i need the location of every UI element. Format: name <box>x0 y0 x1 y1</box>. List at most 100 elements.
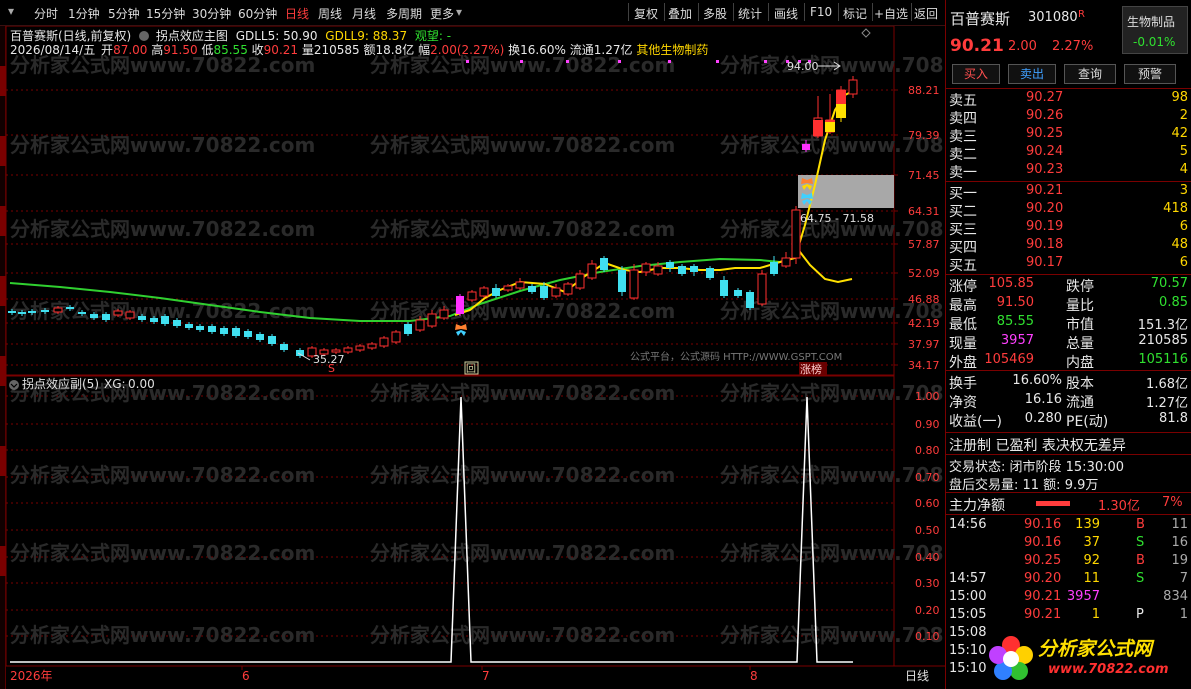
period-tab[interactable]: 分时 <box>34 5 58 22</box>
candle-body <box>196 326 204 330</box>
period-tab-active[interactable]: 日线 <box>285 5 309 22</box>
candle-body <box>666 262 674 268</box>
stat-value: 105469 <box>984 352 1034 367</box>
stat-value: 210585 <box>1138 333 1188 348</box>
stat-label: 现量 <box>949 336 977 352</box>
tool-button[interactable]: 画线 <box>774 5 798 22</box>
query-button[interactable]: 查询 <box>1064 64 1116 84</box>
collapse-icon[interactable] <box>9 380 19 390</box>
tool-button[interactable]: F10 <box>810 5 832 19</box>
site-logo: 分析家公式网 www.70822.com <box>986 630 1190 686</box>
divider <box>946 274 1191 275</box>
toolbar-separator <box>733 3 734 21</box>
price-axis-label: 42.19 <box>908 317 940 330</box>
tick-time: 15:08 <box>949 625 987 640</box>
left-tab[interactable] <box>0 356 6 386</box>
stat-label: 外盘 <box>949 355 977 371</box>
watermark: 分析家公式网www.70822.com 分析家公式网www.70822.com … <box>10 53 945 647</box>
left-tab[interactable] <box>0 546 6 576</box>
change-value: 2.00(2.27%) <box>430 43 505 57</box>
signal-dot <box>466 60 469 63</box>
divider <box>946 88 1191 89</box>
period-tab[interactable]: 15分钟 <box>146 5 185 22</box>
candle-body <box>479 287 489 297</box>
period-tab[interactable]: 多周期 <box>386 5 422 22</box>
tick-price: 90.21 <box>1024 589 1062 604</box>
signal-dot <box>520 60 523 63</box>
period-tab[interactable]: 60分钟 <box>238 5 277 22</box>
candle-body <box>208 326 216 332</box>
candle-body <box>173 320 181 326</box>
watermark-text: 分析家公式网www.70822.com <box>370 541 675 565</box>
tick-time: 14:57 <box>949 571 987 586</box>
period-tab[interactable]: 1分钟 <box>68 5 100 22</box>
menu-icon[interactable]: ▾ <box>8 4 14 18</box>
left-tab[interactable] <box>0 276 6 306</box>
tool-button[interactable]: +自选 <box>874 5 908 22</box>
sub-axis-label: 0.80 <box>915 444 940 457</box>
left-tab[interactable] <box>0 66 6 96</box>
x-axis-month: 6 <box>242 669 250 683</box>
more-chevron-icon[interactable]: ▾ <box>456 5 462 19</box>
candle-body <box>791 209 801 259</box>
candle-body <box>734 290 742 296</box>
period-tab[interactable]: 月线 <box>352 5 376 22</box>
tool-button[interactable]: 叠加 <box>668 5 692 22</box>
change-label: 幅 <box>418 43 431 57</box>
price-axis-label: 88.21 <box>908 84 940 97</box>
stat-value: 16.16 <box>1024 392 1062 407</box>
bid-volume: 48 <box>1171 237 1188 252</box>
candle-body <box>678 266 686 274</box>
bid-label: 买三 <box>949 222 977 238</box>
limit-up-badge[interactable]: 涨榜 <box>800 362 822 376</box>
watermark-text: 分析家公式网www.70822.com <box>720 53 945 77</box>
signal-dot <box>668 60 671 63</box>
watermark-text: 分析家公式网www.70822.com <box>370 381 675 405</box>
tool-button[interactable]: 标记 <box>843 5 867 22</box>
period-tab[interactable]: 30分钟 <box>192 5 231 22</box>
settings-diamond-icon[interactable] <box>861 28 871 38</box>
tool-button[interactable]: 多股 <box>703 5 727 22</box>
low-value: 85.55 <box>213 43 248 57</box>
range-annotation: 64.75 - 71.58 <box>800 212 874 225</box>
tick-volume: 139 <box>1075 517 1100 532</box>
alert-button[interactable]: 预警 <box>1124 64 1176 84</box>
divider <box>946 181 1191 182</box>
flower-logo-icon <box>989 636 1033 680</box>
left-tab[interactable] <box>0 206 6 236</box>
bid-price: 90.19 <box>1026 219 1064 234</box>
tool-button[interactable]: 返回 <box>914 5 938 22</box>
sector-box[interactable]: 生物制品 -0.01% <box>1122 6 1188 54</box>
candle-body <box>641 263 651 273</box>
left-tab[interactable] <box>0 136 6 166</box>
sell-button[interactable]: 卖出 <box>1008 64 1056 84</box>
tick-side: S <box>1136 535 1145 550</box>
kline-chart-area[interactable]: 分析家公式网www.70822.com 分析家公式网www.70822.com … <box>0 0 945 689</box>
candle-body <box>653 265 663 275</box>
sub-chart-title: 拐点效应副(5) <box>22 376 99 391</box>
divider <box>946 514 1191 515</box>
candle-body <box>503 285 513 291</box>
divider <box>946 454 1191 455</box>
period-tab-more[interactable]: 更多 <box>430 5 454 22</box>
toolbar-separator <box>872 3 873 21</box>
candle-body <box>770 262 778 274</box>
candle-body <box>781 257 791 267</box>
ask-label: 卖一 <box>949 165 977 181</box>
collapse-icon[interactable] <box>139 31 150 41</box>
ask-price: 90.23 <box>1026 162 1064 177</box>
stock-name: 百普赛斯 <box>950 10 1011 28</box>
tick-count: 19 <box>1171 553 1188 568</box>
tool-button[interactable]: 复权 <box>634 5 658 22</box>
period-tab[interactable]: 5分钟 <box>108 5 140 22</box>
review-marker[interactable]: 回 <box>466 363 476 375</box>
period-tab[interactable]: 周线 <box>318 5 342 22</box>
price-axis-label: 37.97 <box>908 338 940 351</box>
buy-button[interactable]: 买入 <box>952 64 1000 84</box>
tick-count: 16 <box>1171 535 1188 550</box>
candle-body <box>28 311 36 313</box>
watermark-text: 分析家公式网www.70822.com <box>10 463 315 487</box>
stat-value: 70.57 <box>1150 276 1188 291</box>
left-tab[interactable] <box>0 446 6 476</box>
tool-button[interactable]: 统计 <box>738 5 762 22</box>
